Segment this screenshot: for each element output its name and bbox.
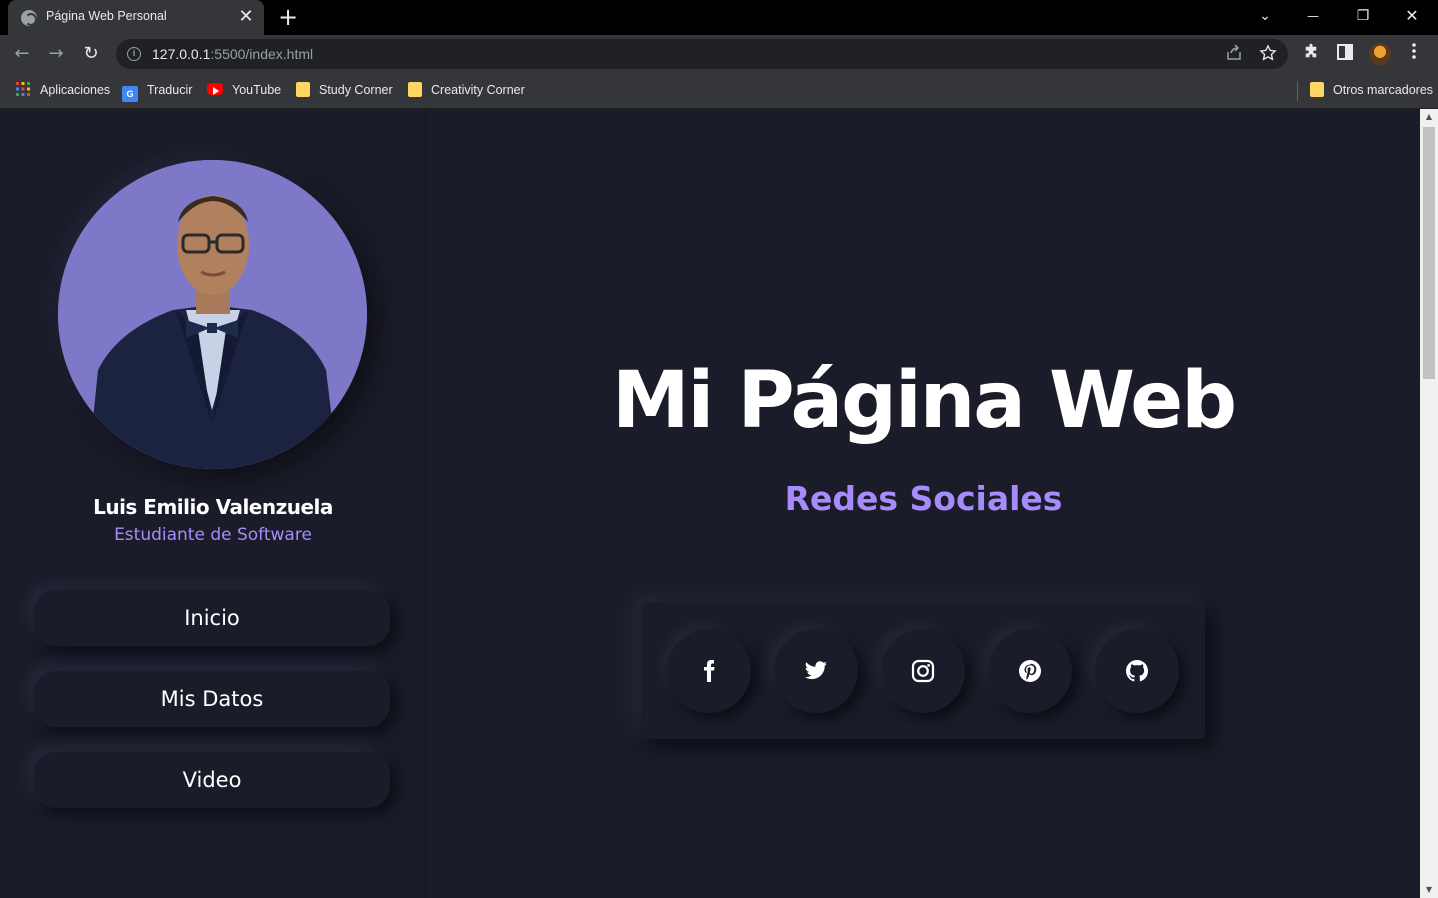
restore-button[interactable]: ❐ (1350, 4, 1376, 28)
scroll-thumb[interactable] (1423, 127, 1435, 379)
bookmark-other[interactable]: Otros marcadores (1310, 81, 1433, 101)
github-link[interactable] (1095, 629, 1179, 713)
menu-kebab-icon[interactable] (1403, 43, 1425, 65)
bookmark-study-corner[interactable]: Study Corner (296, 81, 393, 101)
bookmark-label: Creativity Corner (431, 83, 525, 97)
folder-icon (408, 82, 422, 97)
folder-icon (296, 82, 310, 97)
page-viewport: Luis Emilio Valenzuela Estudiante de Sof… (0, 109, 1420, 898)
bookmark-youtube[interactable]: YouTube (207, 81, 281, 101)
facebook-link[interactable] (667, 629, 751, 713)
bookmark-star-icon[interactable] (1258, 44, 1278, 64)
twitter-icon (805, 661, 827, 680)
browser-tab[interactable]: Página Web Personal ✕ (8, 0, 264, 35)
twitter-link[interactable] (774, 629, 858, 713)
nav-button-video[interactable]: Video (34, 752, 390, 808)
profile-name: Luis Emilio Valenzuela (93, 495, 333, 519)
bookmark-label: Otros marcadores (1333, 83, 1434, 97)
page-scrollbar[interactable]: ▲ ▼ (1420, 109, 1438, 898)
new-tab-button[interactable]: + (276, 5, 300, 29)
tab-search-icon[interactable]: ⌄ (1252, 4, 1278, 28)
social-links-card (641, 603, 1205, 739)
profile-role: Estudiante de Software (114, 525, 312, 545)
browser-tabstrip: Página Web Personal ✕ + ⌄ — ❐ ✕ (0, 0, 1438, 35)
url-path: :5500/index.html (210, 46, 314, 62)
bookmark-label: Traducir (147, 83, 193, 97)
browser-toolbar: ← → ↻ i 127.0.0.1:5500/index.html (0, 35, 1438, 73)
url-host: 127.0.0.1 (152, 46, 211, 62)
apps-grid-icon (15, 81, 31, 97)
section-subtitle: Redes Sociales (784, 479, 1063, 518)
profile-photo (58, 160, 367, 469)
sidebar: Luis Emilio Valenzuela Estudiante de Sof… (0, 109, 426, 898)
extensions-icon[interactable] (1300, 43, 1322, 65)
bookmark-aplicaciones[interactable]: Aplicaciones (15, 81, 110, 101)
main-content: Mi Página Web Redes Sociales (427, 109, 1420, 898)
nav-button-inicio[interactable]: Inicio (34, 590, 390, 646)
bookmark-traducir[interactable]: G Traducir (122, 81, 193, 102)
nav-button-mis-datos[interactable]: Mis Datos (34, 671, 390, 727)
back-button[interactable]: ← (10, 42, 34, 66)
address-bar[interactable]: i 127.0.0.1:5500/index.html (116, 39, 1288, 69)
scroll-up-arrow-icon[interactable]: ▲ (1420, 109, 1438, 125)
bookmarks-divider (1297, 81, 1298, 101)
site-info-icon[interactable]: i (127, 47, 141, 61)
pinterest-link[interactable] (988, 629, 1072, 713)
bookmark-label: YouTube (232, 83, 282, 97)
globe-icon (21, 10, 37, 26)
share-icon[interactable] (1224, 44, 1244, 64)
close-tab-icon[interactable]: ✕ (237, 8, 255, 26)
side-panel-icon[interactable] (1334, 43, 1356, 65)
bookmarks-bar: Aplicaciones G Traducir YouTube Study Cor… (0, 73, 1438, 109)
facebook-icon (704, 660, 715, 682)
google-translate-icon: G (122, 86, 138, 102)
url-text[interactable]: 127.0.0.1:5500/index.html (152, 46, 313, 62)
bookmark-label: Study Corner (319, 83, 393, 97)
pinterest-icon (1019, 660, 1041, 682)
bookmark-creativity-corner[interactable]: Creativity Corner (408, 81, 525, 101)
youtube-icon (207, 83, 223, 95)
minimize-button[interactable]: — (1300, 4, 1326, 28)
instagram-link[interactable] (881, 629, 965, 713)
folder-icon (1310, 82, 1324, 97)
profile-avatar-icon[interactable] (1369, 43, 1391, 65)
tab-title: Página Web Personal (46, 9, 167, 23)
forward-button[interactable]: → (44, 42, 68, 66)
scroll-down-arrow-icon[interactable]: ▼ (1420, 882, 1438, 898)
instagram-icon (911, 659, 935, 683)
reload-button[interactable]: ↻ (79, 42, 103, 66)
close-window-button[interactable]: ✕ (1399, 4, 1425, 28)
page-title: Mi Página Web (611, 356, 1237, 446)
github-icon (1126, 660, 1148, 682)
bookmark-label: Aplicaciones (40, 83, 111, 97)
